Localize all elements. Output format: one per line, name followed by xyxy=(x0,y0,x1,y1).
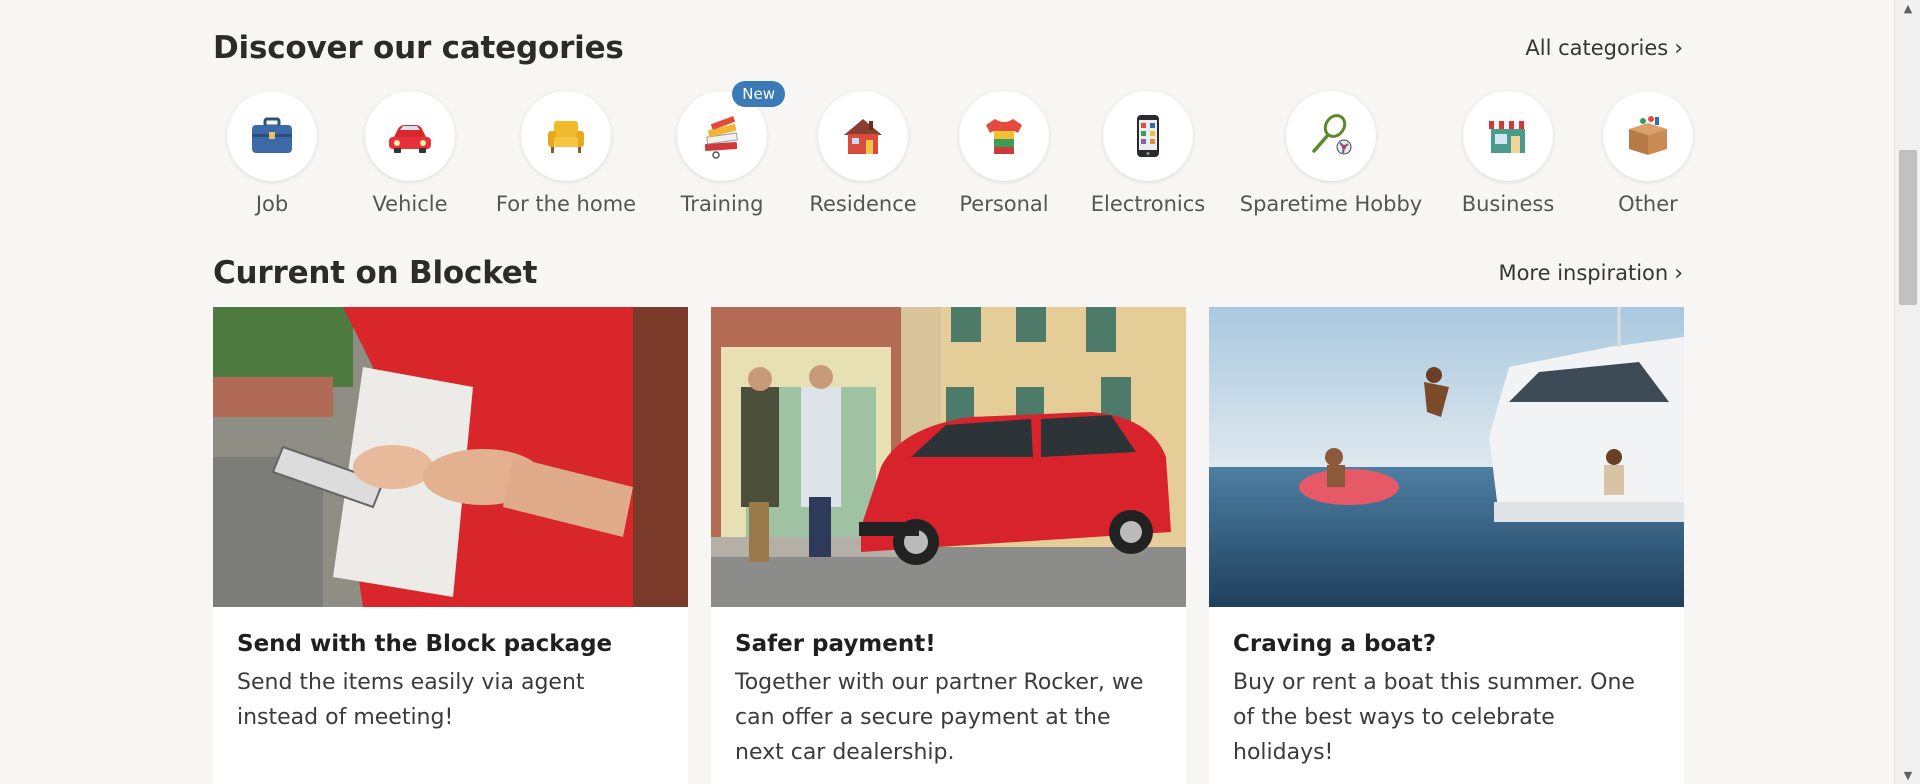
card-body: Send with the Block package Send the ite… xyxy=(213,607,688,759)
current-title: Current on Blocket xyxy=(213,255,538,291)
briefcase-icon xyxy=(252,117,292,153)
category-label: Other xyxy=(1618,192,1678,216)
scroll-down-arrow-icon[interactable]: ▼ xyxy=(1895,769,1920,782)
more-inspiration-label: More inspiration xyxy=(1498,261,1669,285)
box-icon xyxy=(1629,116,1667,155)
category-training-circle: New xyxy=(677,81,785,181)
category-home-circle xyxy=(521,91,611,181)
category-residence-circle xyxy=(818,91,908,181)
category-label: For the home xyxy=(495,192,637,216)
category-label: Business xyxy=(1461,192,1555,216)
category-label: Job xyxy=(255,192,289,216)
page: Discover our categories All categories › … xyxy=(0,0,1920,784)
courier-photo xyxy=(213,307,688,607)
category-sparetime-hobby[interactable]: Sparetime Hobby xyxy=(1239,91,1423,221)
category-label: Sparetime Hobby xyxy=(1239,192,1423,216)
armchair-icon xyxy=(548,121,584,153)
category-label: Vehicle xyxy=(372,192,448,216)
category-other-circle xyxy=(1603,91,1693,181)
house-icon xyxy=(844,119,882,154)
categories-header: Discover our categories All categories › xyxy=(213,30,1683,70)
category-hobby-circle xyxy=(1286,91,1376,181)
card-title: Craving a boat? xyxy=(1233,631,1437,657)
category-vehicle-circle xyxy=(365,91,455,181)
category-business-circle xyxy=(1463,91,1553,181)
chevron-right-icon: › xyxy=(1674,36,1683,61)
card-block-package[interactable]: Send with the Block package Send the ite… xyxy=(213,307,688,784)
all-categories-link[interactable]: All categories › xyxy=(1525,36,1683,61)
chevron-right-icon: › xyxy=(1674,261,1683,286)
category-for-the-home[interactable]: For the home xyxy=(476,91,656,221)
tshirt-icon xyxy=(986,119,1022,154)
card-safer-payment[interactable]: Safer payment! Together with our partner… xyxy=(711,307,1186,784)
card-craving-boat[interactable]: Craving a boat? Buy or rent a boat this … xyxy=(1209,307,1684,784)
card-body: Safer payment! Together with our partner… xyxy=(711,607,1186,784)
category-electronics[interactable]: Electronics xyxy=(1058,91,1238,221)
boat-photo xyxy=(1209,307,1684,607)
racket-ball-icon xyxy=(1312,114,1352,155)
card-title: Safer payment! xyxy=(735,631,936,657)
current-header: Current on Blocket More inspiration › xyxy=(213,255,1683,295)
category-label: Personal xyxy=(959,192,1049,216)
category-label: Residence xyxy=(809,192,917,216)
smartphone-icon xyxy=(1137,115,1159,157)
category-label: Electronics xyxy=(1090,192,1206,216)
books-icon xyxy=(704,116,738,159)
card-text: Together with our partner Rocker, we can… xyxy=(735,670,1144,765)
card-title: Send with the Block package xyxy=(237,631,613,657)
card-text: Buy or rent a boat this summer. One of t… xyxy=(1233,670,1635,765)
category-other[interactable]: Other xyxy=(1558,91,1738,221)
red-car-photo xyxy=(711,307,1186,607)
more-inspiration-link[interactable]: More inspiration › xyxy=(1498,261,1683,286)
page-scrollbar[interactable]: ▲ ▼ xyxy=(1894,0,1920,784)
category-personal-circle xyxy=(959,91,1049,181)
card-body: Craving a boat? Buy or rent a boat this … xyxy=(1209,607,1684,784)
car-icon xyxy=(389,125,431,153)
card-text: Send the items easily via agent instead … xyxy=(237,670,585,730)
category-electronics-circle xyxy=(1103,91,1193,181)
scroll-up-arrow-icon[interactable]: ▲ xyxy=(1895,2,1920,15)
scroll-thumb[interactable] xyxy=(1899,150,1917,305)
all-categories-label: All categories xyxy=(1525,36,1669,60)
shop-icon xyxy=(1489,121,1527,153)
category-vehicle[interactable]: Vehicle xyxy=(320,91,500,221)
categories-title: Discover our categories xyxy=(213,30,624,66)
category-label: Training xyxy=(680,192,764,216)
category-job-circle xyxy=(227,91,317,181)
